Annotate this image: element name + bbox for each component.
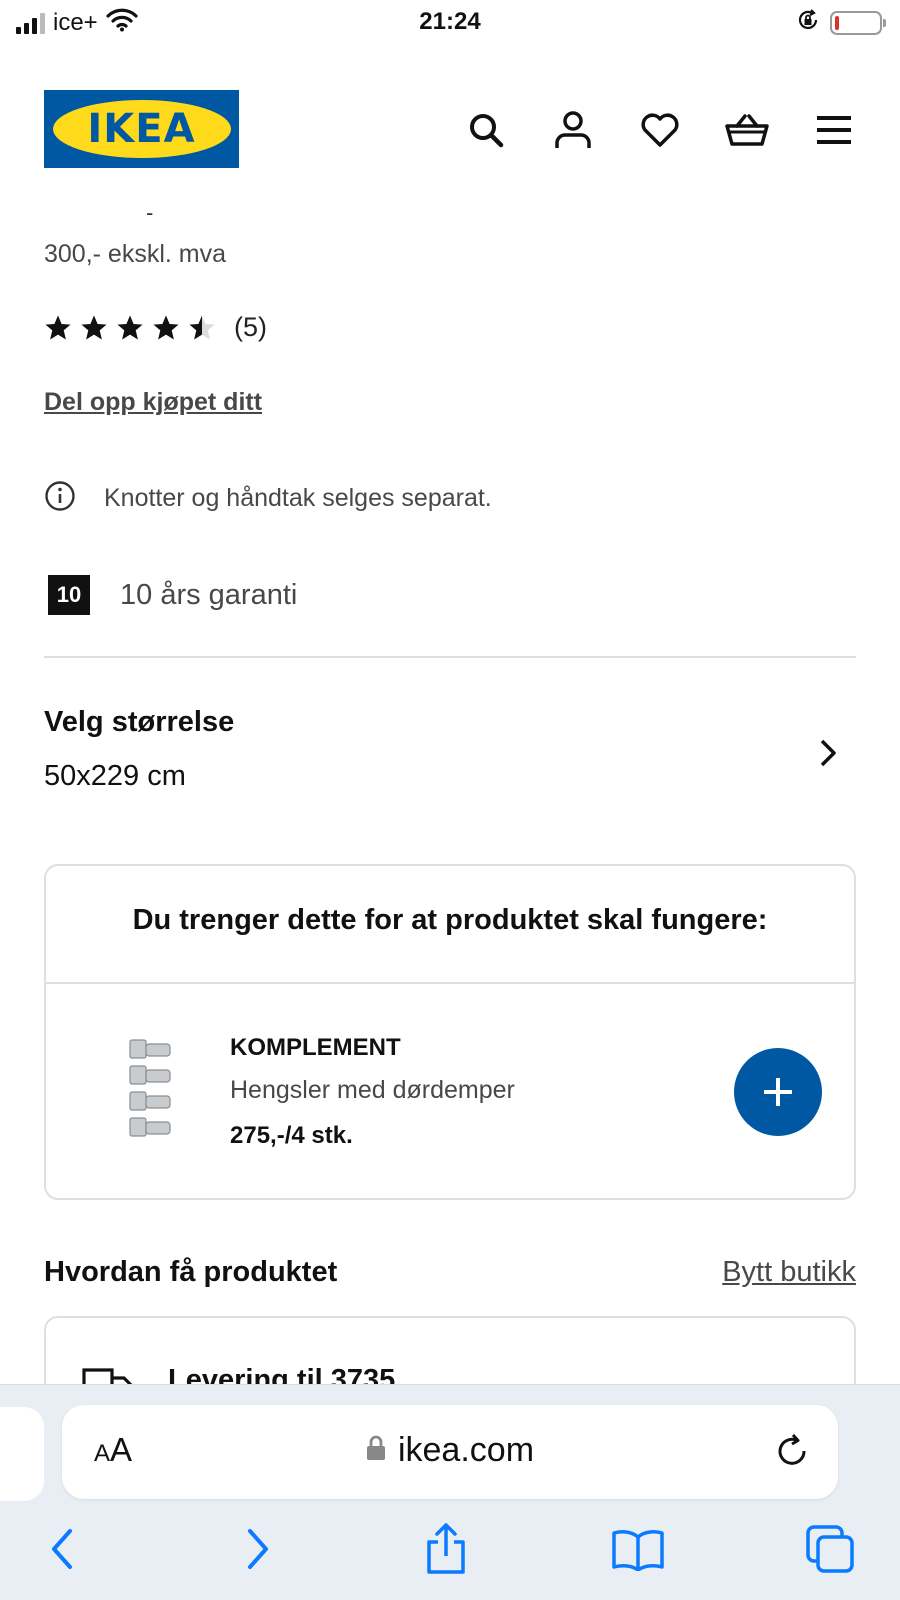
change-store-link[interactable]: Bytt butikk <box>722 1256 856 1289</box>
info-note-text: Knotter og håndtak selges separat. <box>104 484 492 512</box>
size-selector-value: 50x229 cm <box>44 760 186 792</box>
battery-icon <box>830 10 886 35</box>
url-display[interactable]: ikea.com <box>62 1431 838 1470</box>
status-right <box>796 8 886 37</box>
warranty: 10 10 års garanti <box>48 575 297 615</box>
browser-toolbar: AA ikea.com <box>0 1384 900 1600</box>
forward-icon[interactable] <box>228 1519 288 1579</box>
plus-icon <box>764 1078 792 1106</box>
tabs-icon[interactable] <box>800 1519 860 1579</box>
hinge-product-image[interactable] <box>124 1036 176 1144</box>
site-header: IKEA <box>0 90 900 170</box>
star-icon <box>117 315 143 340</box>
browser-nav-tools <box>0 1519 900 1579</box>
required-items-title: Du trenger dette for at produktet skal f… <box>132 904 768 936</box>
share-icon[interactable] <box>416 1519 476 1579</box>
required-items-card: Du trenger dette for at produktet skal f… <box>44 864 856 1200</box>
chevron-right-icon[interactable] <box>818 738 838 773</box>
menu-icon[interactable] <box>812 108 856 152</box>
divider <box>44 656 856 658</box>
heart-icon[interactable] <box>638 108 682 152</box>
basket-icon[interactable] <box>725 108 769 152</box>
info-note: Knotter og håndtak selges separat. <box>44 480 492 517</box>
truncated-text: - <box>146 200 154 225</box>
ikea-logo[interactable]: IKEA <box>44 90 239 168</box>
size-selector-title: Velg størrelse <box>44 706 235 738</box>
header-actions <box>464 108 856 152</box>
fulfillment-title: Hvordan få produktet <box>44 1256 338 1288</box>
rating-stars <box>44 314 216 341</box>
price-excl-vat: 300,- ekskl. mva <box>44 240 227 268</box>
url-text: ikea.com <box>397 1431 535 1469</box>
card-divider <box>46 982 854 984</box>
logo-oval: IKEA <box>52 100 231 158</box>
info-icon <box>44 480 76 517</box>
warranty-badge: 10 <box>48 575 90 615</box>
warranty-text: 10 års garanti <box>120 578 298 611</box>
bookmarks-icon[interactable] <box>608 1519 668 1579</box>
required-item-description: Hengsler med dørdemper <box>230 1076 515 1104</box>
product-rating[interactable]: (5) <box>44 312 267 343</box>
star-icon <box>189 315 215 340</box>
back-icon[interactable] <box>32 1519 92 1579</box>
clock: 21:24 <box>419 8 481 35</box>
lock-icon <box>366 1431 386 1470</box>
add-to-cart-button[interactable] <box>734 1048 822 1136</box>
required-item-name[interactable]: KOMPLEMENT <box>230 1034 401 1062</box>
previous-tab-peek[interactable] <box>0 1407 44 1501</box>
split-payment-link[interactable]: Del opp kjøpet ditt <box>44 388 262 417</box>
orientation-lock-icon <box>796 8 820 37</box>
battery-level <box>835 15 839 30</box>
address-bar[interactable]: AA ikea.com <box>62 1405 838 1499</box>
review-count: (5) <box>234 312 267 342</box>
reload-icon[interactable] <box>774 1433 810 1474</box>
search-icon[interactable] <box>464 108 508 152</box>
status-bar: ice+ 21:24 <box>0 0 900 48</box>
star-icon <box>153 315 179 340</box>
star-icon <box>81 315 107 340</box>
required-item-price: 275,-/4 stk. <box>230 1122 353 1149</box>
account-icon[interactable] <box>551 108 595 152</box>
logo-text: IKEA <box>87 106 196 152</box>
star-icon <box>45 315 71 340</box>
